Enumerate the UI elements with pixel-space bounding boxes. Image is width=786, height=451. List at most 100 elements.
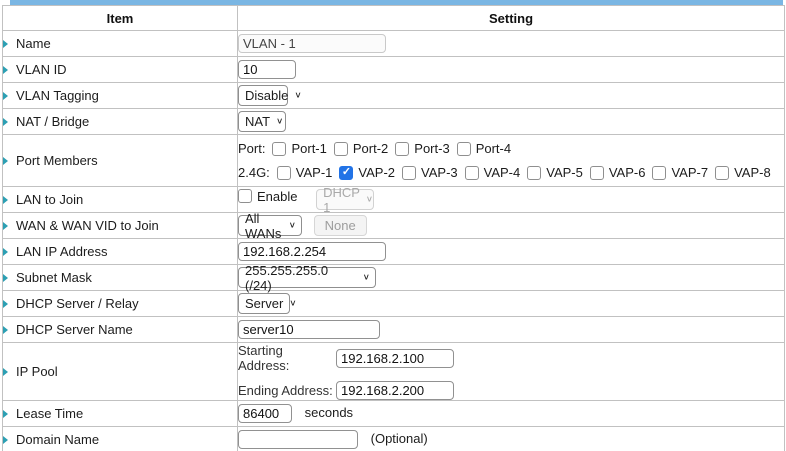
arrow-bullet-icon [3,410,8,418]
arrow-bullet-icon [3,436,8,444]
port-group-label: Port: [238,141,265,156]
dhcp-profile-select: DHCP 1 ∨ [316,189,374,210]
wifi-group-label: 2.4G: [238,165,270,180]
arrow-bullet-icon [3,92,8,100]
checkbox-vap-6[interactable]: VAP-6 [590,165,646,180]
column-header-item: Item [3,6,238,31]
row-vlan-tagging: VLAN Tagging Disable ∨ [3,83,785,109]
arrow-bullet-icon [3,368,8,376]
arrow-bullet-icon [3,222,8,230]
row-label: Name [16,36,51,51]
checkbox-enable-lan-join[interactable]: Enable [238,189,297,204]
vlan-settings-table: Item Setting Name VLAN ID VLAN Tagging D… [2,5,785,451]
dhcp-mode-select[interactable]: Server ∨ [238,293,290,314]
checkbox-box[interactable] [457,142,471,156]
checkbox-box[interactable] [527,166,541,180]
checkbox-box[interactable] [590,166,604,180]
checkbox-port-1[interactable]: Port-1 [272,141,326,156]
chevron-down-icon: ∨ [289,221,296,230]
vlan-id-input[interactable] [238,60,296,79]
checkbox-port-4[interactable]: Port-4 [457,141,511,156]
checkbox-vap-8[interactable]: VAP-8 [715,165,771,180]
header-row: Item Setting [3,6,785,31]
row-label: VLAN Tagging [16,88,99,103]
arrow-bullet-icon [3,300,8,308]
row-label: Domain Name [16,432,99,447]
checkbox-port-2[interactable]: Port-2 [334,141,388,156]
checkbox-box[interactable] [277,166,291,180]
checkbox-vap-3[interactable]: VAP-3 [402,165,458,180]
lease-time-input[interactable] [238,404,292,423]
checkbox-vap-2[interactable]: VAP-2 [339,165,395,180]
row-label: LAN IP Address [16,244,108,259]
row-name: Name [3,31,785,57]
arrow-bullet-icon [3,118,8,126]
vlan-tagging-select[interactable]: Disable ∨ [238,85,288,106]
checkbox-vap-5[interactable]: VAP-5 [527,165,583,180]
checkbox-box[interactable] [395,142,409,156]
checkbox-vap-4[interactable]: VAP-4 [465,165,521,180]
lan-ip-input[interactable] [238,242,386,261]
ending-address-label: Ending Address: [238,383,336,398]
row-subnet-mask: Subnet Mask 255.255.255.0 (/24) ∨ [3,265,785,291]
row-domain-name: Domain Name (Optional) [3,427,785,451]
arrow-bullet-icon [3,40,8,48]
select-value: 255.255.255.0 (/24) [245,263,357,293]
chevron-down-icon: ∨ [366,195,373,204]
row-lan-ip: LAN IP Address [3,239,785,265]
subnet-mask-select[interactable]: 255.255.255.0 (/24) ∨ [238,267,376,288]
arrow-bullet-icon [3,326,8,334]
row-label: Subnet Mask [16,270,92,285]
starting-address-input[interactable] [336,349,454,368]
arrow-bullet-icon [3,66,8,74]
vlan-name-input[interactable] [238,34,386,53]
row-label: Port Members [16,153,98,168]
row-label: IP Pool [16,364,58,379]
checkbox-box[interactable] [334,142,348,156]
row-ip-pool: IP Pool Starting Address: Ending Address… [3,343,785,401]
checkbox-box[interactable] [238,189,252,203]
select-value: All WANs [245,211,283,241]
select-value: DHCP 1 [323,185,360,215]
checkbox-vap-1[interactable]: VAP-1 [277,165,333,180]
arrow-bullet-icon [3,248,8,256]
none-button: None [314,215,367,236]
checkbox-port-3[interactable]: Port-3 [395,141,449,156]
row-wan-join: WAN & WAN VID to Join All WANs ∨ None [3,213,785,239]
chevron-down-icon: ∨ [276,117,283,126]
domain-name-input[interactable] [238,430,358,449]
chevron-down-icon: ∨ [294,91,301,100]
nat-bridge-select[interactable]: NAT ∨ [238,111,286,132]
vap-checkbox-group: 2.4G: VAP-1 VAP-2 VAP-3 VAP-4 VAP-5 VAP-… [238,165,784,180]
checkbox-vap-7[interactable]: VAP-7 [652,165,708,180]
row-label: DHCP Server Name [16,322,133,337]
checkbox-box[interactable] [652,166,666,180]
chevron-down-icon: ∨ [363,273,370,282]
top-accent-bar [10,0,783,5]
dhcp-server-name-input[interactable] [238,320,380,339]
vlan-settings-page: Item Setting Name VLAN ID VLAN Tagging D… [0,0,786,451]
checkbox-box[interactable] [339,166,353,180]
checkbox-box[interactable] [715,166,729,180]
row-vlan-id: VLAN ID [3,57,785,83]
row-label: Lease Time [16,406,83,421]
row-nat-bridge: NAT / Bridge NAT ∨ [3,109,785,135]
starting-address-label: Starting Address: [238,343,336,373]
arrow-bullet-icon [3,157,8,165]
checkbox-box[interactable] [272,142,286,156]
row-label: NAT / Bridge [16,114,89,129]
row-label: VLAN ID [16,62,67,77]
lease-time-unit: seconds [305,405,353,420]
arrow-bullet-icon [3,196,8,204]
row-dhcp-name: DHCP Server Name [3,317,785,343]
wan-select[interactable]: All WANs ∨ [238,215,302,236]
checkbox-box[interactable] [465,166,479,180]
ending-address-input[interactable] [336,381,454,400]
row-label: WAN & WAN VID to Join [16,218,159,233]
row-label: DHCP Server / Relay [16,296,139,311]
checkbox-box[interactable] [402,166,416,180]
select-value: Server [245,296,283,311]
select-value: Disable [245,88,288,103]
select-value: NAT [245,114,270,129]
row-lease-time: Lease Time seconds [3,401,785,427]
